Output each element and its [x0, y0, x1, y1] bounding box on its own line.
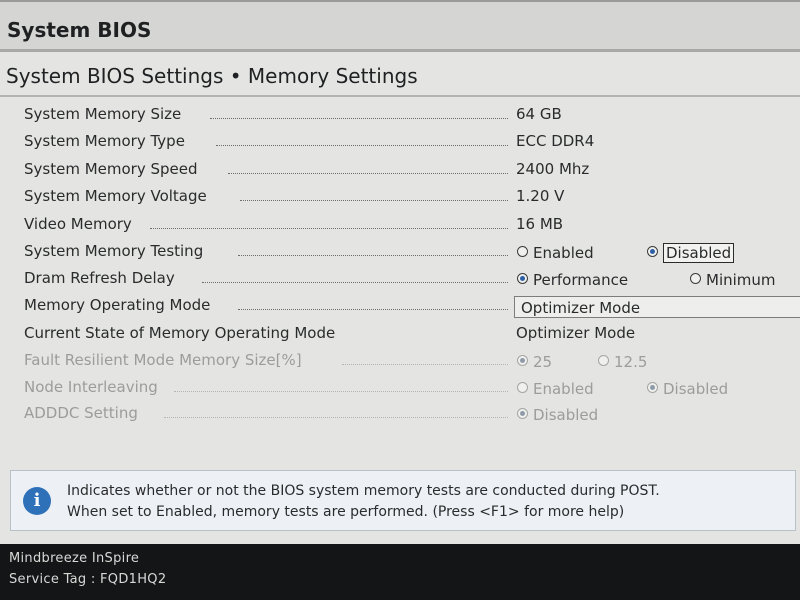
leader-dots [240, 200, 508, 201]
option-label-focused: Disabled [663, 243, 735, 263]
leader-dots [342, 364, 508, 365]
radio-option-minimum[interactable]: Minimum [690, 270, 776, 290]
setting-value: ECC DDR4 [516, 132, 595, 150]
setting-row-system-memory-speed[interactable]: System Memory Speed 2400 Mhz [0, 157, 800, 183]
setting-row-video-memory[interactable]: Video Memory 16 MB [0, 212, 800, 238]
help-line-1: Indicates whether or not the BIOS system… [67, 483, 660, 499]
radio-option-disabled: Disabled [647, 379, 728, 399]
leader-dots [210, 118, 508, 119]
radio-selected-icon [517, 408, 528, 419]
radio-selected-icon [517, 273, 528, 284]
radio-selected-icon [647, 382, 658, 393]
setting-label: ADDDC Setting [24, 404, 138, 422]
setting-label: System Memory Voltage [24, 187, 207, 205]
setting-row-system-memory-testing[interactable]: System Memory Testing Enabled Disabled [0, 239, 800, 265]
window-title: System BIOS [7, 18, 152, 42]
setting-value: 16 MB [516, 215, 564, 233]
setting-label: Current State of Memory Operating Mode [24, 324, 336, 342]
setting-row-system-memory-voltage[interactable]: System Memory Voltage 1.20 V [0, 184, 800, 210]
page-breadcrumb: System BIOS Settings • Memory Settings [6, 64, 418, 88]
setting-label: Dram Refresh Delay [24, 269, 175, 287]
setting-value: 2400 Mhz [516, 160, 590, 178]
setting-row-adddc-setting: ADDDC Setting Disabled [0, 401, 800, 427]
setting-value: 64 GB [516, 105, 562, 123]
leader-dots [238, 309, 508, 310]
radio-option-12-5: 12.5 [598, 352, 647, 372]
option-label: Disabled [533, 406, 599, 424]
option-label: 12.5 [614, 353, 648, 371]
radio-unselected-icon [517, 382, 528, 393]
radio-option-25: 25 [517, 352, 552, 372]
setting-value: 1.20 V [516, 187, 565, 205]
radio-unselected-icon [690, 273, 701, 284]
memory-operating-mode-select[interactable]: Optimizer Mode [514, 296, 800, 318]
system-name: Mindbreeze InSpire [9, 551, 140, 566]
option-label: Disabled [663, 380, 729, 398]
radio-option-disabled[interactable]: Disabled [647, 243, 735, 263]
help-text: Indicates whether or not the BIOS system… [67, 481, 787, 523]
radio-option-disabled: Disabled [517, 405, 598, 425]
title-divider [0, 49, 800, 52]
leader-dots [174, 391, 508, 392]
setting-row-dram-refresh-delay[interactable]: Dram Refresh Delay Performance Minimum [0, 266, 800, 292]
setting-row-current-memory-operating-mode[interactable]: Current State of Memory Operating Mode O… [0, 321, 800, 347]
leader-dots [238, 255, 508, 256]
setting-label: System Memory Speed [24, 160, 198, 178]
setting-label: System Memory Type [24, 132, 185, 150]
leader-dots [202, 282, 508, 283]
radio-unselected-icon [598, 355, 609, 366]
setting-label: Fault Resilient Mode Memory Size[%] [24, 351, 302, 369]
setting-row-system-memory-type[interactable]: System Memory Type ECC DDR4 [0, 129, 800, 155]
service-tag: Service Tag : FQD1HQ2 [9, 572, 167, 587]
option-label: Enabled [533, 380, 594, 398]
option-label: Minimum [706, 271, 776, 289]
select-value: Optimizer Mode [521, 299, 641, 317]
option-label: Performance [533, 271, 629, 289]
help-line-2: When set to Enabled, memory tests are pe… [67, 504, 625, 520]
setting-value: Optimizer Mode [516, 324, 636, 342]
radio-option-performance[interactable]: Performance [517, 270, 628, 290]
setting-label: Video Memory [24, 215, 132, 233]
setting-row-fault-resilient-memory-size: Fault Resilient Mode Memory Size[%] 25 1… [0, 348, 800, 374]
setting-label: Node Interleaving [24, 378, 158, 396]
info-icon: i [23, 487, 51, 515]
setting-row-node-interleaving: Node Interleaving Enabled Disabled [0, 375, 800, 401]
radio-unselected-icon [517, 246, 528, 257]
setting-label: System Memory Testing [24, 242, 204, 260]
leader-dots [164, 417, 508, 418]
setting-row-memory-operating-mode[interactable]: Memory Operating Mode Optimizer Mode [0, 293, 800, 319]
leader-dots [150, 228, 508, 229]
setting-label: System Memory Size [24, 105, 182, 123]
setting-row-system-memory-size[interactable]: System Memory Size 64 GB [0, 102, 800, 128]
leader-dots [216, 145, 508, 146]
leader-dots [228, 173, 508, 174]
radio-selected-icon [647, 246, 658, 257]
option-label: 25 [533, 353, 553, 371]
breadcrumb-divider [0, 95, 800, 97]
option-label: Enabled [533, 244, 594, 262]
radio-option-enabled: Enabled [517, 379, 594, 399]
setting-label: Memory Operating Mode [24, 296, 211, 314]
title-bar: System BIOS [0, 0, 800, 52]
footer-bar: Mindbreeze InSpire Service Tag : FQD1HQ2 [0, 544, 800, 600]
radio-option-enabled[interactable]: Enabled [517, 243, 594, 263]
help-panel: i Indicates whether or not the BIOS syst… [10, 470, 796, 531]
radio-selected-icon [517, 355, 528, 366]
